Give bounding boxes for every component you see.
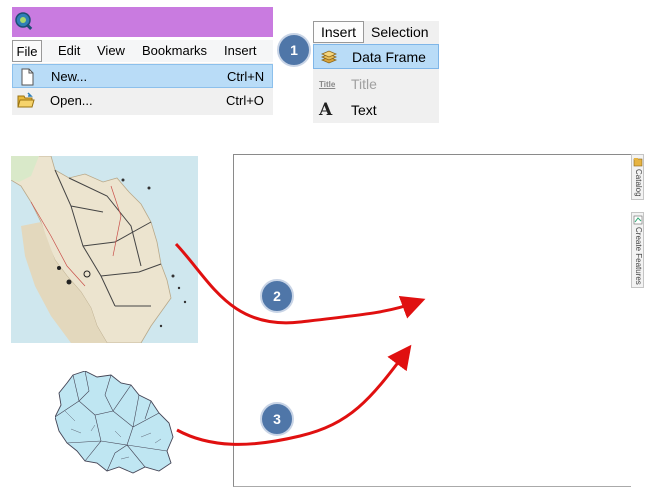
menu-item-text[interactable]: A Text	[313, 98, 439, 123]
menu-edit[interactable]: Edit	[58, 40, 80, 62]
menubar: File Edit View Bookmarks Insert	[12, 40, 273, 62]
data-frame-icon	[320, 50, 338, 64]
text-icon: A	[319, 100, 333, 120]
create-features-tab-label: Create Features	[634, 227, 643, 285]
step-badge-1: 1	[277, 33, 311, 67]
menu-item-label: Title	[351, 76, 377, 92]
menu-item-new[interactable]: New... Ctrl+N	[12, 64, 273, 88]
menu-item-shortcut: Ctrl+N	[227, 69, 265, 84]
menu-item-label: Data Frame	[352, 49, 426, 65]
file-dropdown: New... Ctrl+N Open... Ctrl+O	[12, 63, 273, 115]
new-document-icon	[21, 68, 34, 86]
menu-item-label: New...	[51, 69, 88, 84]
menu-item-shortcut: Ctrl+O	[226, 93, 264, 108]
step-badge-2: 2	[260, 279, 294, 313]
menu-item-title[interactable]: Title Title	[313, 72, 439, 97]
step-badge-3: 3	[260, 402, 294, 436]
tab-selection[interactable]: Selection	[371, 21, 429, 43]
app-logo-icon	[15, 12, 33, 30]
catalog-tab-label: Catalog	[634, 169, 643, 197]
menu-file[interactable]: File	[12, 40, 42, 62]
insert-menubar: Insert Selection	[313, 21, 439, 43]
menu-bookmarks[interactable]: Bookmarks	[142, 40, 207, 62]
layout-view-canvas[interactable]	[233, 154, 631, 487]
menu-item-data-frame[interactable]: Data Frame	[313, 44, 439, 69]
menu-view[interactable]: View	[97, 40, 125, 62]
peninsula-basemap-image	[11, 156, 198, 343]
catalog-tab[interactable]: Catalog	[631, 154, 644, 200]
district-boundaries-image	[55, 371, 174, 474]
open-folder-icon	[17, 92, 35, 108]
menu-item-label: Text	[351, 102, 377, 118]
create-features-tab[interactable]: Create Features	[631, 212, 644, 288]
menu-insert[interactable]: Insert	[224, 40, 257, 62]
catalog-icon	[633, 158, 643, 167]
insert-dropdown: Data Frame Title Title A Text	[313, 43, 439, 123]
menu-item-open[interactable]: Open... Ctrl+O	[12, 89, 273, 113]
create-features-icon	[633, 215, 643, 225]
app-titlebar	[12, 7, 273, 37]
side-panel-tabs: Catalog Create Features	[631, 154, 645, 288]
menu-item-label: Open...	[50, 93, 93, 108]
title-icon: Title	[319, 80, 336, 89]
tab-insert[interactable]: Insert	[313, 21, 364, 43]
